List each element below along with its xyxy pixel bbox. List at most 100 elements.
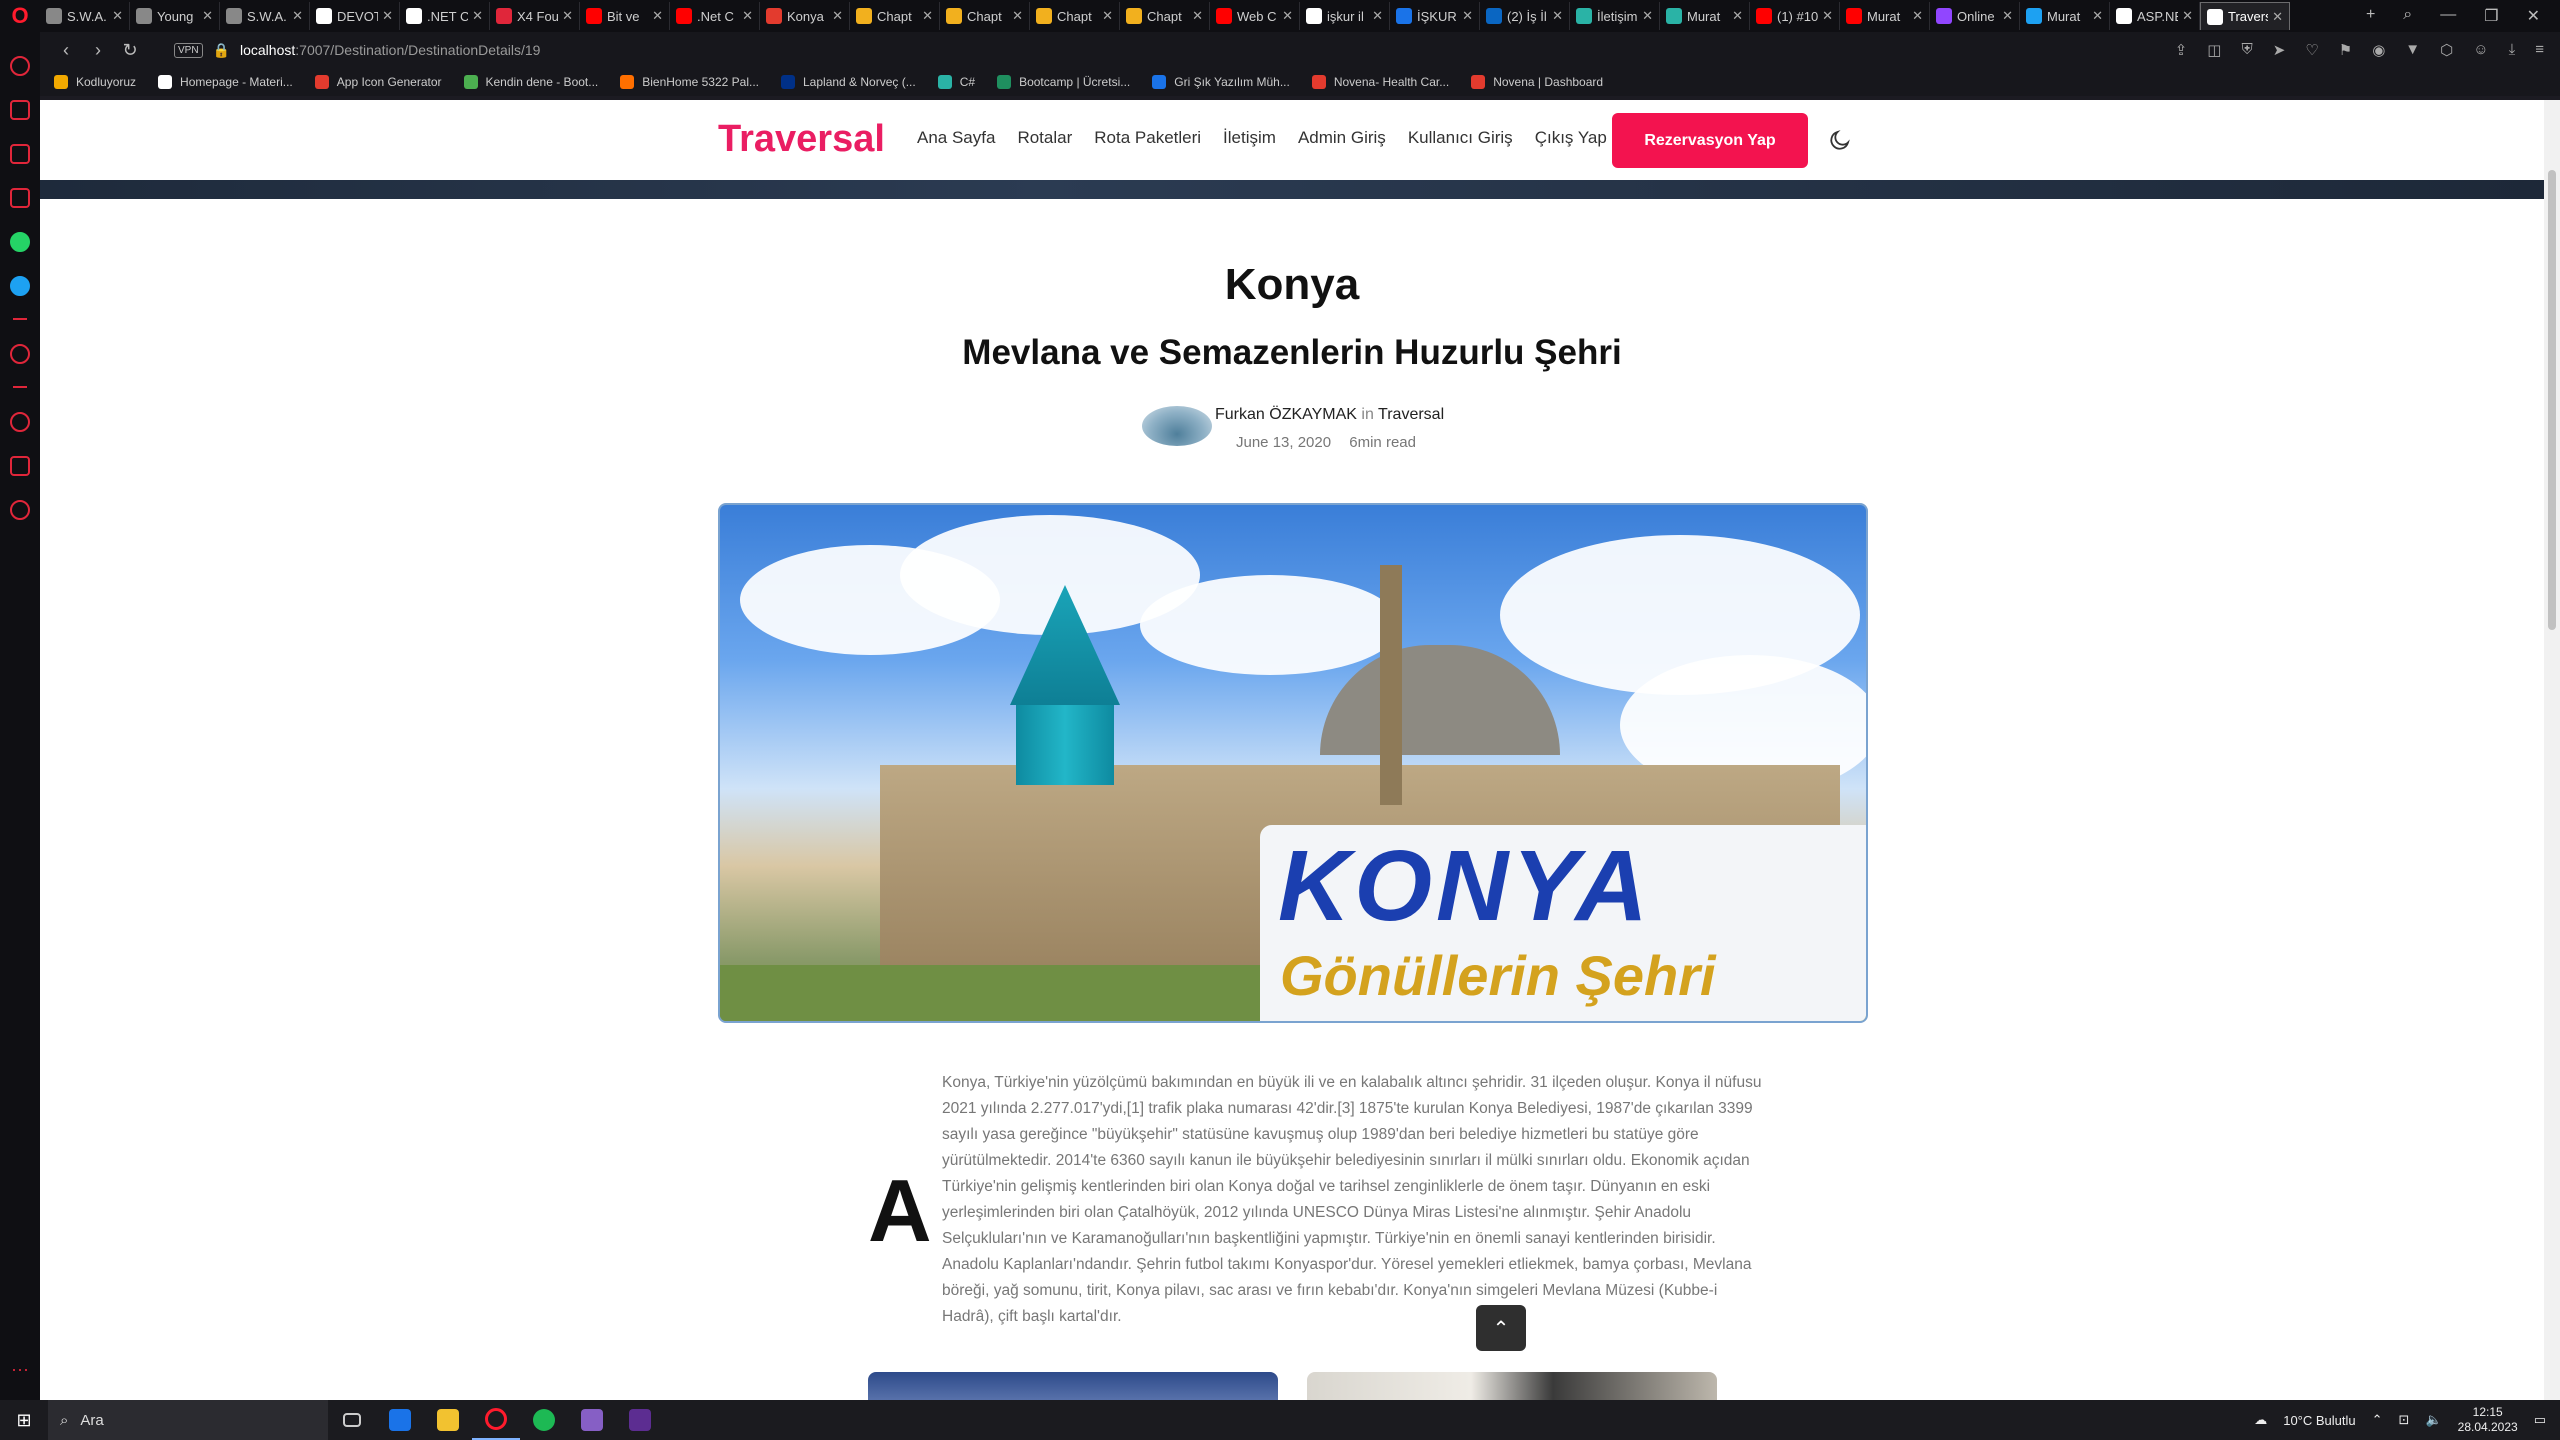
tab-close-icon[interactable]: ✕ (2092, 8, 2103, 24)
tab-close-icon[interactable]: ✕ (1372, 8, 1383, 24)
brand-logo[interactable]: Traversal (718, 118, 885, 161)
weather-text[interactable]: 10°C Bulutlu (2283, 1413, 2355, 1428)
tab-close-icon[interactable]: ✕ (2002, 8, 2013, 24)
browser-tab[interactable]: Murat ✕ (2020, 2, 2110, 30)
browser-tab[interactable]: Bit ve ✕ (580, 2, 670, 30)
browser-tab[interactable]: S.W.A. ✕ (220, 2, 310, 30)
tab-close-icon[interactable]: ✕ (1282, 8, 1293, 24)
browser-tab[interactable]: Konya ✕ (760, 2, 850, 30)
new-tab-icon[interactable]: + (2366, 6, 2375, 26)
translate-icon[interactable]: ⚑ (2339, 41, 2352, 59)
share-icon[interactable]: ⇪ (2175, 41, 2188, 59)
vpn-badge[interactable]: VPN (174, 42, 203, 58)
tab-close-icon[interactable]: ✕ (2272, 9, 2283, 25)
browser-tab[interactable]: X4 Fou ✕ (490, 2, 580, 30)
reservation-button[interactable]: Rezervasyon Yap (1612, 113, 1808, 168)
browser-tab[interactable]: Chapt ✕ (940, 2, 1030, 30)
tab-close-icon[interactable]: ✕ (1732, 8, 1743, 24)
notifications-icon[interactable]: ▭ (2534, 1412, 2546, 1428)
tab-close-icon[interactable]: ✕ (2182, 8, 2193, 24)
taskbar-search[interactable]: ⌕ Ara (48, 1400, 328, 1440)
tab-close-icon[interactable]: ✕ (202, 8, 213, 24)
bookmark-item[interactable]: Kendin dene - Boot... (463, 75, 598, 89)
nav-link[interactable]: Admin Giriş (1298, 128, 1386, 148)
file-explorer-icon[interactable] (424, 1400, 472, 1440)
browser-tab[interactable]: .Net C ✕ (670, 2, 760, 30)
visual-studio-icon[interactable] (568, 1400, 616, 1440)
tab-close-icon[interactable]: ✕ (292, 8, 303, 24)
tab-close-icon[interactable]: ✕ (1642, 8, 1653, 24)
extension-box-icon[interactable]: ⬡ (2440, 41, 2453, 59)
browser-tab[interactable]: İŞKUR ✕ (1390, 2, 1480, 30)
bookmark-item[interactable]: Lapland & Norveç (... (781, 75, 916, 89)
adblock-icon[interactable]: ⛨ (2241, 41, 2252, 59)
browser-tab[interactable]: Murat ✕ (1660, 2, 1750, 30)
profile-icon[interactable]: ☺ (2473, 41, 2488, 59)
browser-tab[interactable]: (2) İş İl ✕ (1480, 2, 1570, 30)
spotify-icon[interactable] (520, 1400, 568, 1440)
tab-close-icon[interactable]: ✕ (1012, 8, 1023, 24)
maximize-icon[interactable]: ❐ (2484, 6, 2498, 26)
mail-icon[interactable] (376, 1400, 424, 1440)
network-icon[interactable]: ⊡ (2399, 1412, 2410, 1428)
clock[interactable]: 12:15 28.04.2023 (2458, 1405, 2518, 1435)
lock-icon[interactable]: 🔒 (213, 42, 230, 59)
tab-close-icon[interactable]: ✕ (1552, 8, 1563, 24)
tab-close-icon[interactable]: ✕ (742, 8, 753, 24)
browser-tab[interactable]: DEVOT ✕ (310, 2, 400, 30)
weather-icon[interactable]: ☁ (2254, 1412, 2267, 1428)
browser-tab[interactable]: Online ✕ (1930, 2, 2020, 30)
browser-tab[interactable]: Chapt ✕ (850, 2, 940, 30)
tab-close-icon[interactable]: ✕ (112, 8, 123, 24)
tab-close-icon[interactable]: ✕ (472, 8, 483, 24)
bookmark-item[interactable]: BienHome 5322 Pal... (620, 75, 759, 89)
twitter-icon[interactable] (10, 276, 30, 296)
scroll-to-top-button[interactable]: ⌃ (1476, 1305, 1526, 1351)
speed-dial-icon[interactable] (10, 56, 30, 76)
nav-link[interactable]: Ana Sayfa (917, 128, 995, 148)
browser-tab[interactable]: İletişim ✕ (1570, 2, 1660, 30)
browser-tab[interactable]: S.W.A. ✕ (40, 2, 130, 30)
scrollbar-thumb[interactable] (2548, 170, 2556, 630)
task-view-icon[interactable] (328, 1400, 376, 1440)
tab-close-icon[interactable]: ✕ (1912, 8, 1923, 24)
browser-tab[interactable]: işkur il ✕ (1300, 2, 1390, 30)
forward-icon[interactable]: › (82, 40, 114, 61)
browser-tab[interactable]: .NET C ✕ (400, 2, 490, 30)
opera-logo-icon[interactable]: O (0, 0, 40, 32)
send-icon[interactable]: ➤ (2273, 41, 2286, 59)
author-category[interactable]: Traversal (1378, 406, 1444, 423)
player-icon[interactable] (10, 344, 30, 364)
search-tabs-icon[interactable]: ⌕ (2403, 6, 2412, 26)
browser-tab[interactable]: ASP.NE✕ (2110, 2, 2200, 30)
tab-close-icon[interactable]: ✕ (1102, 8, 1113, 24)
nav-link[interactable]: Kullanıcı Giriş (1408, 128, 1513, 148)
tab-close-icon[interactable]: ✕ (832, 8, 843, 24)
history-icon[interactable] (10, 412, 30, 432)
browser-tab[interactable]: Travers ✕ (2200, 2, 2290, 30)
app-purple-icon[interactable] (616, 1400, 664, 1440)
browser-tab[interactable]: Young ✕ (130, 2, 220, 30)
tray-chevron-icon[interactable]: ⌃ (2372, 1412, 2383, 1428)
nav-link[interactable]: İletişim (1223, 128, 1276, 148)
whatsapp-icon[interactable] (10, 232, 30, 252)
tab-close-icon[interactable]: ✕ (1822, 8, 1833, 24)
tab-close-icon[interactable]: ✕ (382, 8, 393, 24)
bookmark-item[interactable]: Novena- Health Car... (1311, 75, 1449, 89)
bookmark-item[interactable]: C# (937, 75, 975, 89)
back-icon[interactable]: ‹ (50, 40, 82, 61)
bookmark-item[interactable]: Gri Şık Yazılım Müh... (1152, 75, 1290, 89)
bookmark-item[interactable]: Homepage - Materi... (158, 75, 293, 89)
tab-close-icon[interactable]: ✕ (652, 8, 663, 24)
browser-tab[interactable]: Chapt ✕ (1030, 2, 1120, 30)
volume-icon[interactable]: 🔈 (2425, 1412, 2441, 1428)
browser-tab[interactable]: Murat ✕ (1840, 2, 1930, 30)
windows-start-icon[interactable]: ⊞ (0, 1410, 48, 1431)
snapshot-icon[interactable]: ◫ (2207, 41, 2221, 59)
extension-v-icon[interactable]: ▼ (2405, 41, 2420, 59)
sidebar-more-icon[interactable]: ··· (11, 1359, 29, 1380)
browser-tab[interactable]: Chapt ✕ (1120, 2, 1210, 30)
shopping-icon[interactable] (10, 100, 30, 120)
close-window-icon[interactable]: ✕ (2527, 6, 2540, 26)
menu-icon[interactable]: ≡ (2535, 41, 2544, 59)
